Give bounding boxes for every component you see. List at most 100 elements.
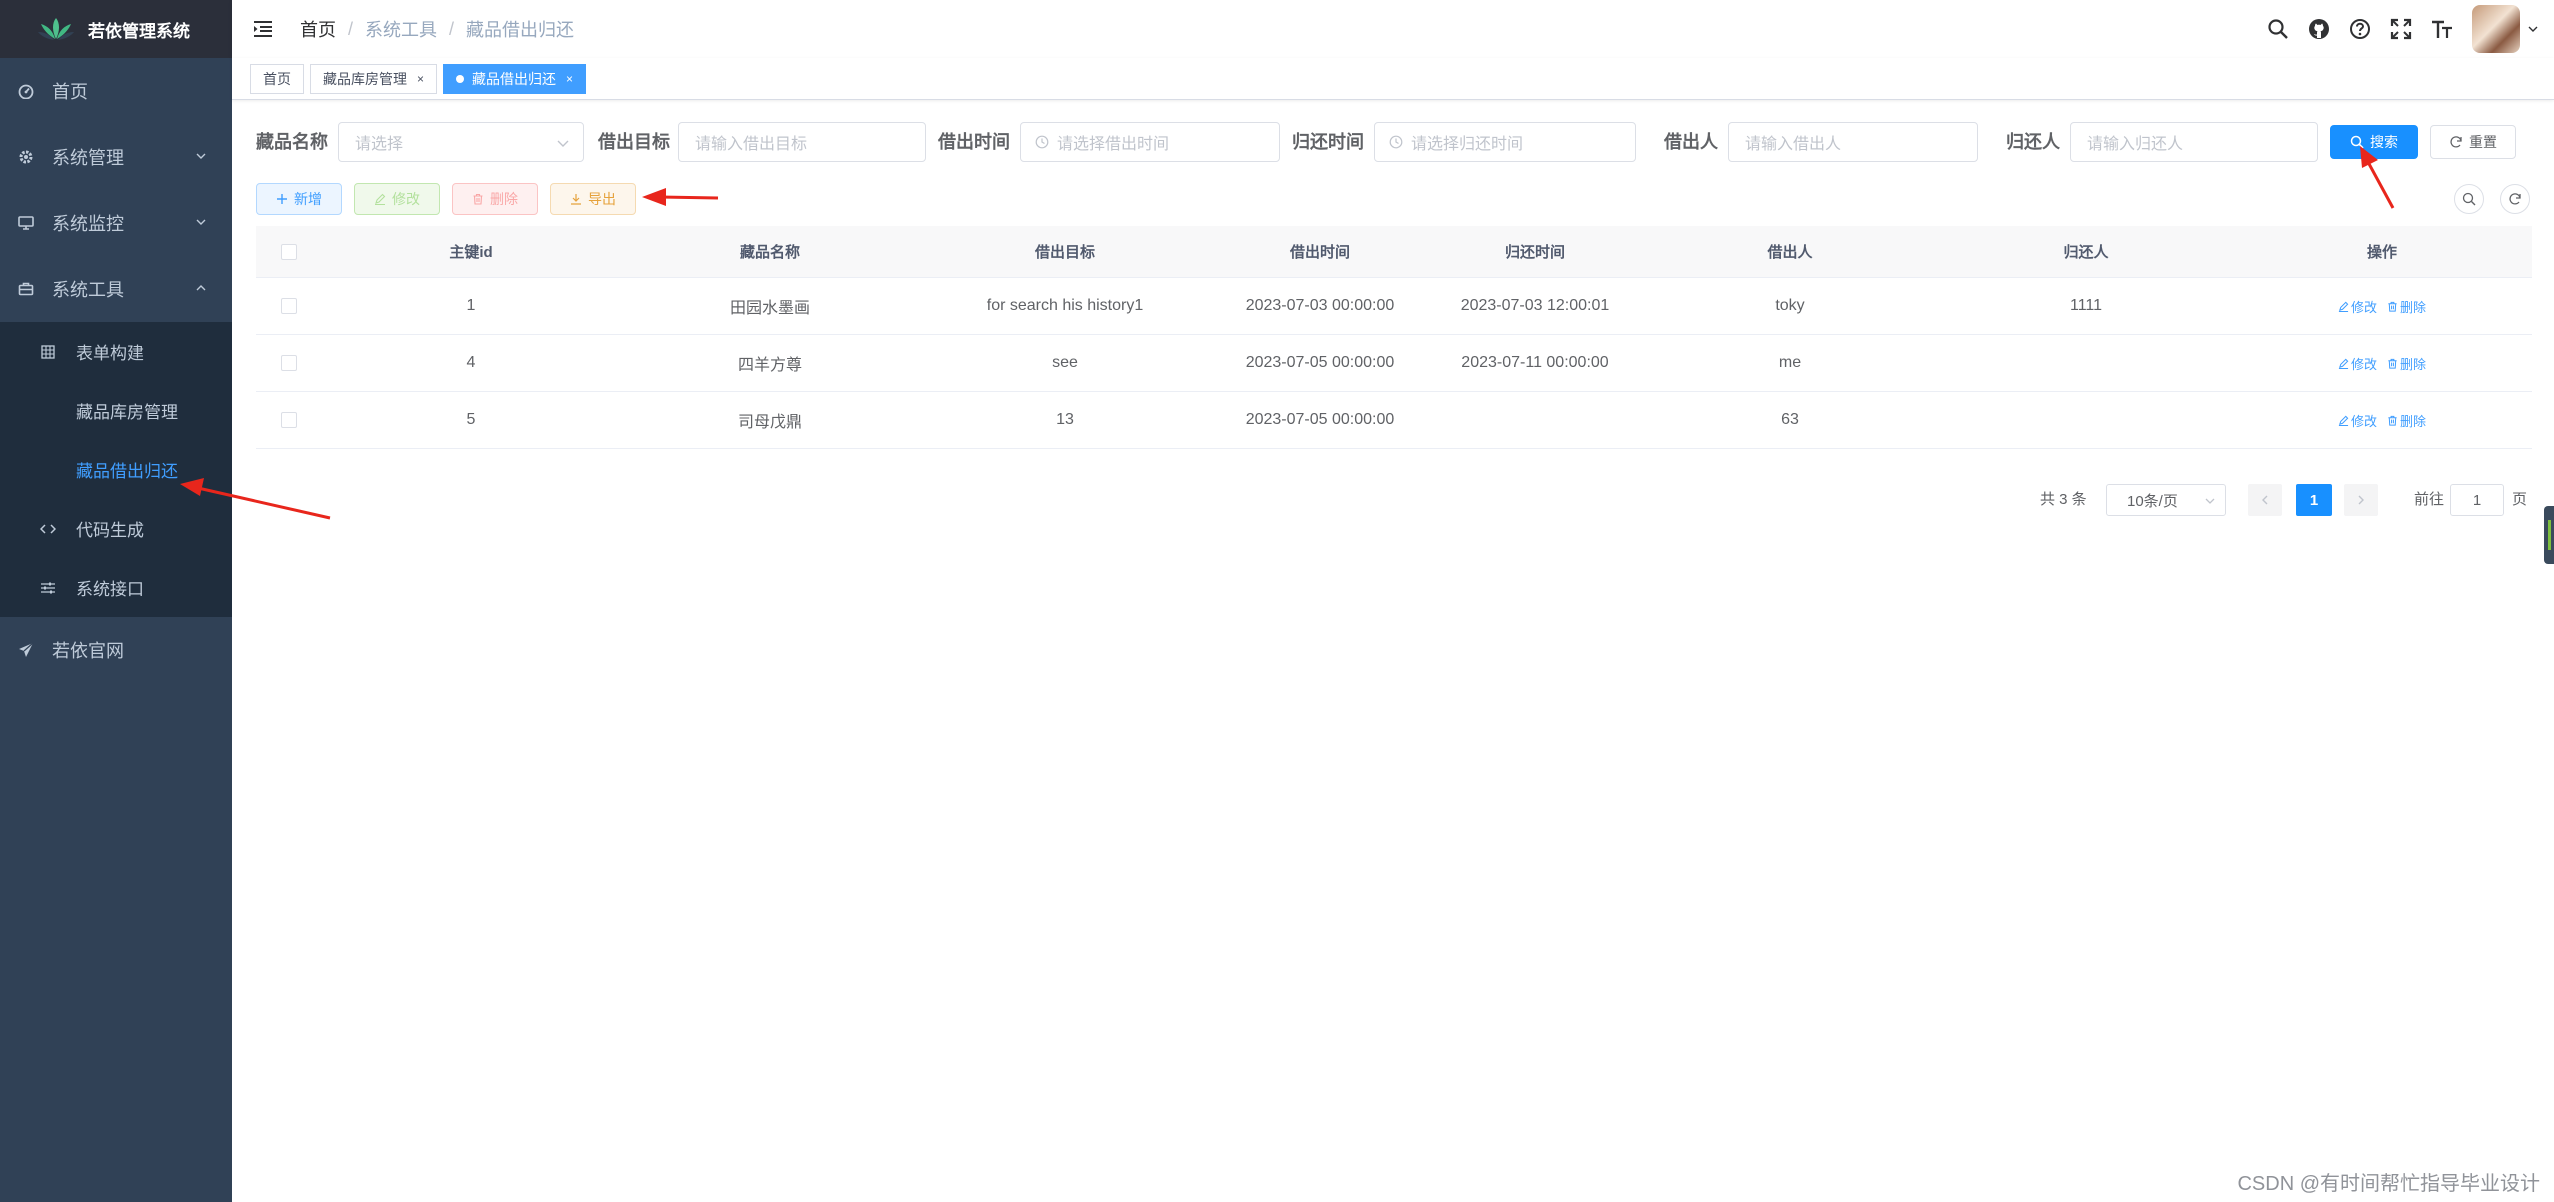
row-delete-link[interactable]: 删除 bbox=[2387, 297, 2426, 316]
edit-icon bbox=[2338, 358, 2349, 369]
hamburger-icon[interactable] bbox=[252, 18, 274, 40]
search-icon[interactable] bbox=[2266, 17, 2290, 41]
select-all-checkbox[interactable] bbox=[281, 243, 297, 260]
goto-prefix: 前往 bbox=[2414, 491, 2445, 508]
trash-icon bbox=[2388, 358, 2397, 369]
page-size-value: 10条/页 bbox=[2127, 492, 2178, 510]
row-delete-label: 删除 bbox=[2400, 413, 2427, 429]
caret-down-icon[interactable] bbox=[2528, 24, 2538, 34]
row-delete-label: 删除 bbox=[2400, 299, 2427, 315]
tag-borrow-return[interactable]: 藏品借出归还 × bbox=[443, 63, 587, 94]
next-page-button[interactable] bbox=[2344, 484, 2378, 516]
paper-plane-icon bbox=[18, 642, 34, 658]
close-icon[interactable]: × bbox=[566, 72, 573, 86]
row-edit-link[interactable]: 修改 bbox=[2338, 354, 2377, 373]
refresh-button[interactable] bbox=[2500, 184, 2530, 214]
row-edit-link[interactable]: 修改 bbox=[2338, 411, 2377, 430]
borrow-target-placeholder: 请输入借出目标 bbox=[695, 136, 808, 153]
cell-borrow-target: for search his history1 bbox=[986, 297, 1144, 314]
tag-storage-management[interactable]: 藏品库房管理 × bbox=[310, 63, 438, 94]
cell-id: 4 bbox=[466, 354, 476, 371]
return-time-picker[interactable]: 请选择归还时间 bbox=[1374, 122, 1636, 162]
sidebar-item-storage-management[interactable]: 藏品库房管理 bbox=[0, 381, 232, 440]
cell-actions: 修改 删除 bbox=[2333, 278, 2431, 334]
trash-icon bbox=[2388, 415, 2397, 426]
close-icon[interactable]: × bbox=[417, 72, 424, 86]
row-checkbox[interactable] bbox=[281, 412, 297, 428]
returner-input[interactable]: 请输入归还人 bbox=[2070, 122, 2318, 162]
cell-actions: 修改 删除 bbox=[2333, 335, 2431, 391]
reset-button[interactable]: 重置 bbox=[2430, 125, 2516, 159]
search-button[interactable]: 搜索 bbox=[2330, 125, 2418, 159]
row-edit-label: 修改 bbox=[2350, 356, 2377, 372]
row-checkbox[interactable] bbox=[281, 355, 297, 371]
sidebar-item-borrow-return[interactable]: 藏品借出归还 bbox=[0, 440, 232, 499]
logo[interactable]: 若依管理系统 bbox=[0, 0, 232, 58]
row-select-cell[interactable] bbox=[281, 335, 297, 391]
refresh-icon bbox=[2509, 193, 2521, 205]
sidebar-item-system-monitor[interactable]: 系统监控 bbox=[0, 190, 232, 256]
sidebar-item-form-builder[interactable]: 表单构建 bbox=[0, 322, 232, 381]
export-button[interactable]: 导出 bbox=[550, 183, 636, 215]
clock-icon bbox=[1389, 135, 1403, 149]
export-button-label: 导出 bbox=[588, 191, 616, 207]
toggle-search-button[interactable] bbox=[2454, 184, 2484, 214]
borrow-time-placeholder: 请选择借出时间 bbox=[1057, 136, 1170, 153]
tag-label: 藏品借出归还 bbox=[472, 70, 557, 87]
sidebar-item-system-tools[interactable]: 系统工具 bbox=[0, 256, 232, 322]
borrow-target-input[interactable]: 请输入借出目标 bbox=[678, 122, 926, 162]
goto-page-input[interactable]: 1 bbox=[2450, 484, 2504, 516]
github-icon[interactable] bbox=[2307, 17, 2331, 41]
chevron-down-icon bbox=[557, 140, 569, 147]
cell-collection-name: 田园水墨画 bbox=[729, 300, 811, 317]
sidebar-item-label: 代码生成 bbox=[76, 521, 144, 540]
side-drawer-handle[interactable] bbox=[2544, 506, 2554, 564]
question-circle-icon[interactable] bbox=[2348, 17, 2372, 41]
sidebar-item-label: 系统接口 bbox=[76, 580, 144, 599]
tag-home[interactable]: 首页 bbox=[250, 63, 304, 94]
sidebar-item-label: 藏品借出归还 bbox=[76, 462, 178, 481]
row-checkbox[interactable] bbox=[281, 298, 297, 314]
trash-icon bbox=[2388, 301, 2397, 312]
avatar[interactable] bbox=[2472, 5, 2520, 53]
row-select-cell[interactable] bbox=[281, 278, 297, 334]
add-button[interactable]: 新增 bbox=[256, 183, 342, 215]
sidebar-item-system-api[interactable]: 系统接口 bbox=[0, 558, 232, 617]
breadcrumb-system-tools: 系统工具 bbox=[365, 20, 438, 40]
page-number-current[interactable]: 1 bbox=[2296, 484, 2332, 516]
font-size-icon[interactable] bbox=[2430, 17, 2454, 41]
fullscreen-icon[interactable] bbox=[2389, 17, 2413, 41]
cell-return-time: 2023-07-03 12:00:01 bbox=[1460, 297, 1610, 314]
edit-icon bbox=[2338, 301, 2349, 312]
edit-button[interactable]: 修改 bbox=[354, 183, 440, 215]
borrow-time-picker[interactable]: 请选择借出时间 bbox=[1020, 122, 1280, 162]
reset-button-label: 重置 bbox=[2469, 134, 2497, 150]
select-all-cell[interactable] bbox=[281, 226, 297, 277]
row-select-cell[interactable] bbox=[281, 392, 297, 448]
row-edit-link[interactable]: 修改 bbox=[2338, 297, 2377, 316]
returner-placeholder: 请输入归还人 bbox=[2087, 136, 2184, 153]
cell-borrow-time: 2023-07-05 00:00:00 bbox=[1245, 411, 1395, 428]
sidebar-item-system-management[interactable]: 系统管理 bbox=[0, 124, 232, 190]
grid-table-icon bbox=[40, 344, 56, 360]
prev-page-button[interactable] bbox=[2248, 484, 2282, 516]
edit-icon bbox=[375, 193, 386, 205]
navbar-actions bbox=[2249, 0, 2538, 58]
row-delete-link[interactable]: 删除 bbox=[2387, 354, 2426, 373]
row-delete-link[interactable]: 删除 bbox=[2387, 411, 2426, 430]
borrower-input[interactable]: 请输入借出人 bbox=[1728, 122, 1978, 162]
trash-icon bbox=[473, 193, 483, 205]
header-id: 主键id bbox=[449, 244, 493, 261]
sidebar-item-code-generation[interactable]: 代码生成 bbox=[0, 499, 232, 558]
delete-button[interactable]: 删除 bbox=[452, 183, 538, 215]
breadcrumb-home[interactable]: 首页 bbox=[300, 16, 336, 42]
sidebar-item-label: 藏品库房管理 bbox=[76, 403, 178, 422]
collection-name-select[interactable]: 请选择 bbox=[338, 122, 584, 162]
page-size-select[interactable]: 10条/页 bbox=[2106, 484, 2226, 516]
table-row: 1 田园水墨画 for search his history1 2023-07-… bbox=[256, 278, 2532, 335]
sidebar-item-ruoyi-site[interactable]: 若依官网 bbox=[0, 617, 232, 683]
sidebar-item-home[interactable]: 首页 bbox=[0, 58, 232, 124]
sliders-icon bbox=[40, 580, 56, 596]
return-time-label: 归还时间 bbox=[1292, 132, 1364, 152]
clock-icon bbox=[1035, 135, 1049, 149]
